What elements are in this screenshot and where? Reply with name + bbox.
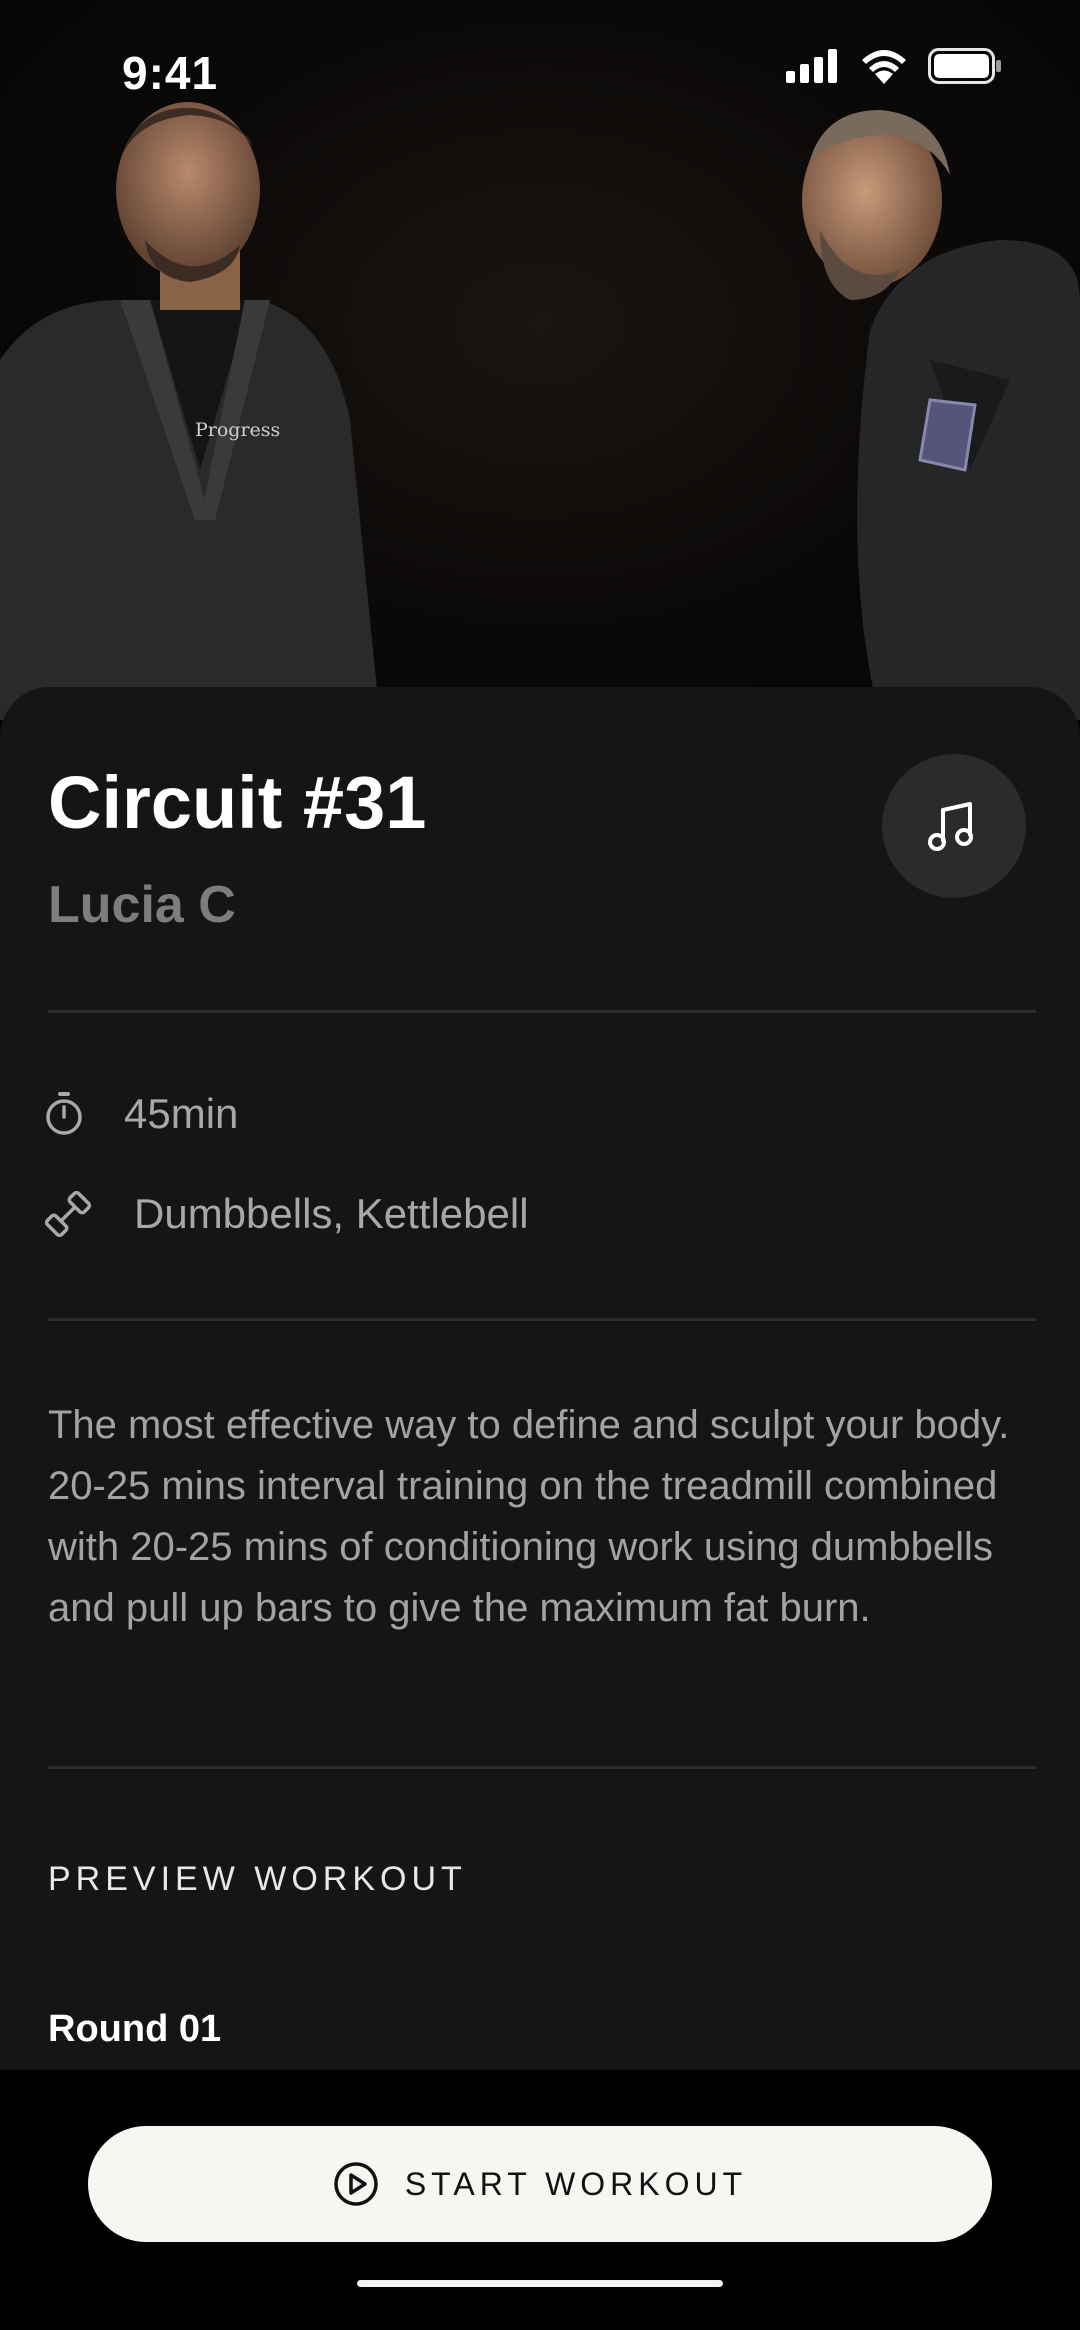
equipment-row: Dumbbells, Kettlebell xyxy=(44,1190,529,1238)
battery-icon xyxy=(928,48,1001,84)
status-time: 9:41 xyxy=(122,47,219,99)
workout-detail-screen: Progress 9:41 Circuit #31 Lucia C 45min … xyxy=(0,0,1080,2330)
duration-text: 45min xyxy=(124,1090,239,1137)
status-icons xyxy=(786,48,1002,84)
workout-description: The most effective way to define and scu… xyxy=(48,1403,1010,1630)
cellular-signal-icon xyxy=(786,49,837,83)
divider xyxy=(48,1010,1036,1013)
dumbbell-icon xyxy=(44,1191,92,1237)
start-workout-button[interactable]: START WORKOUT xyxy=(88,2126,992,2242)
start-workout-label: START WORKOUT xyxy=(404,2165,748,2202)
preview-workout-heading: PREVIEW WORKOUT xyxy=(48,1860,467,1898)
duration-row: 45min xyxy=(44,1090,238,1138)
music-note-icon xyxy=(928,802,973,851)
status-bar: 9:41 xyxy=(0,0,1080,150)
divider xyxy=(48,1318,1036,1321)
round-label[interactable]: Round 01 xyxy=(48,2008,221,2051)
music-button[interactable] xyxy=(882,754,1026,898)
workout-title: Circuit #31 xyxy=(48,761,427,844)
home-indicator[interactable] xyxy=(357,2280,723,2287)
equipment-text: Dumbbells, Kettlebell xyxy=(134,1190,529,1237)
trainer-name[interactable]: Lucia C xyxy=(48,875,236,935)
wifi-icon xyxy=(862,50,906,84)
play-circle-icon xyxy=(334,2162,378,2206)
stopwatch-icon xyxy=(46,1092,82,1135)
divider xyxy=(48,1766,1036,1769)
shirt-text: Progress xyxy=(195,419,280,441)
